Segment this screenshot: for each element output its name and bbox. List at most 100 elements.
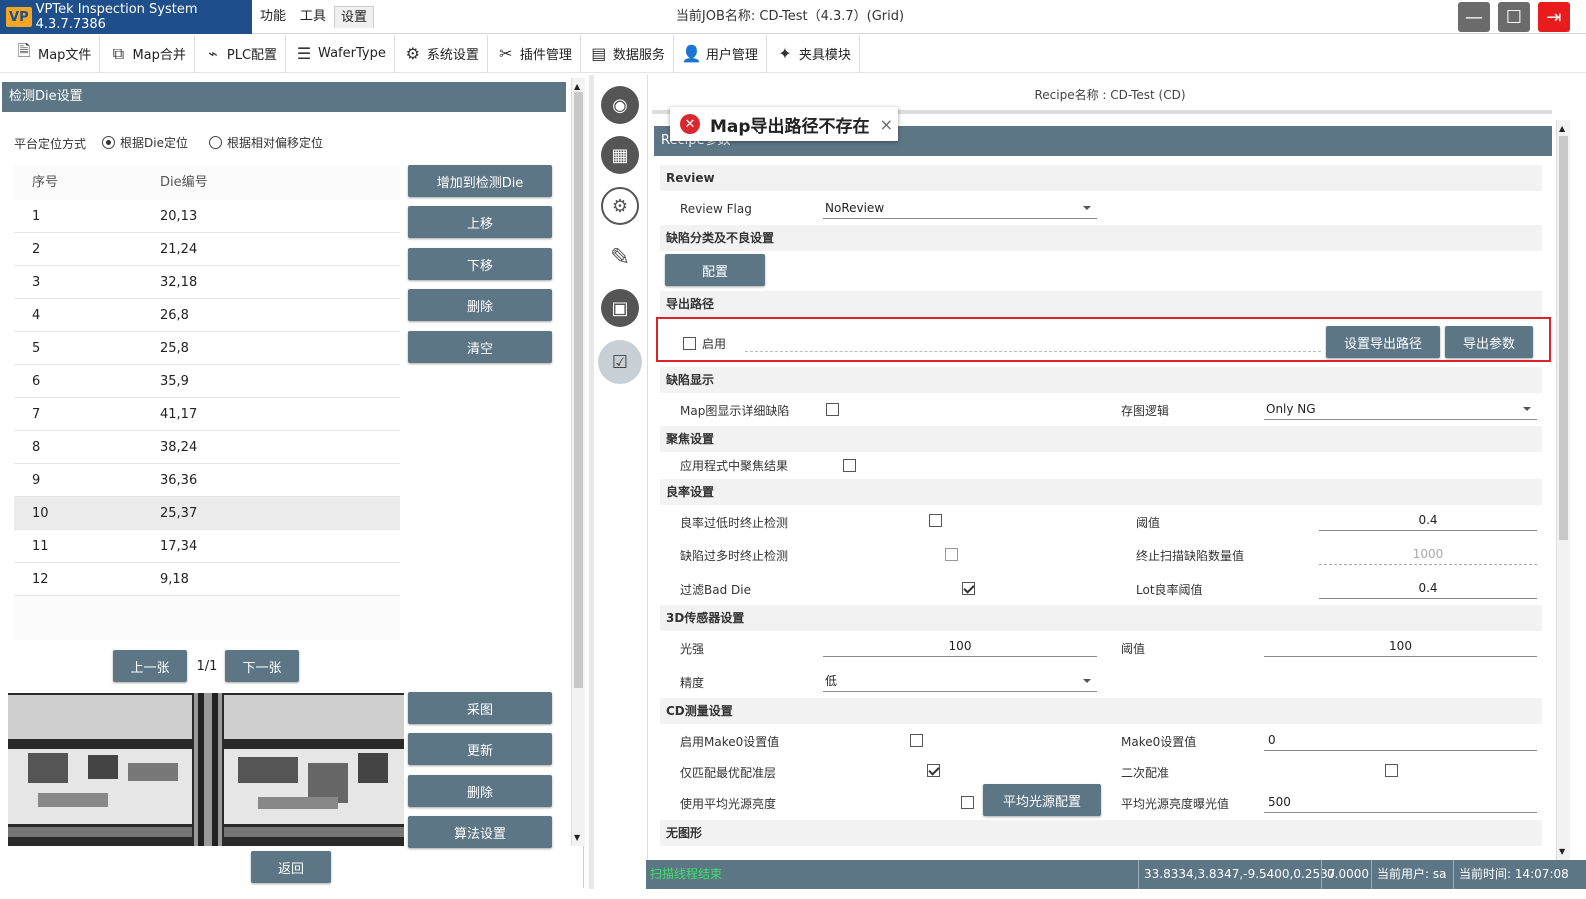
avg-light-config-button[interactable]: 平均光源配置 xyxy=(983,784,1101,816)
section-3d-sensor: 3D传感器设置 xyxy=(660,605,1542,631)
low-yield-stop-checkbox[interactable] xyxy=(928,514,942,527)
toolbar-system-settings[interactable]: ⚙ 系统设置 xyxy=(395,34,488,73)
image-icon[interactable]: ▣ xyxy=(601,289,639,327)
wafer-settings-icon[interactable]: ⚙ xyxy=(601,187,639,225)
minimize-icon: — xyxy=(1465,6,1483,28)
prev-image-button[interactable]: 上一张 xyxy=(113,650,187,682)
radio-checked-icon xyxy=(102,136,115,149)
filter-bad-die-checkbox[interactable] xyxy=(962,582,976,595)
table-row[interactable]: 2 21,24 xyxy=(14,233,400,266)
export-params-button[interactable]: 导出参数 xyxy=(1445,326,1533,358)
stop-defect-count-label: 终止扫描缺陷数量值 xyxy=(1136,549,1245,563)
toolbar-user-manage[interactable]: 👤 用户管理 xyxy=(674,34,767,73)
save-logic-select[interactable]: Only NG xyxy=(1264,398,1537,420)
make0-enable-checkbox[interactable] xyxy=(910,734,924,747)
export-path-field[interactable] xyxy=(745,351,1321,352)
radio-offset-position[interactable]: 根据相对偏移定位 xyxy=(209,134,323,151)
yield-threshold-label: 阈值 xyxy=(1136,516,1161,530)
scroll-thumb[interactable] xyxy=(1559,136,1568,540)
column-header-index: 序号 xyxy=(32,175,59,190)
sensor-threshold-input[interactable]: 100 xyxy=(1264,635,1537,657)
right-scrollbar[interactable]: ▲ ▼ xyxy=(1556,120,1570,860)
toolbar-wafer-type[interactable]: ☰ WaferType xyxy=(286,34,395,73)
precision-label: 精度 xyxy=(680,676,705,690)
best-layer-checkbox[interactable] xyxy=(926,764,940,777)
map-detail-checkbox[interactable] xyxy=(826,403,839,416)
ruler-tool-icon[interactable]: ✎ xyxy=(601,238,639,276)
move-down-button[interactable]: 下移 xyxy=(408,248,552,280)
table-row[interactable]: 10 25,37 xyxy=(14,497,400,530)
table-row[interactable]: 3 32,18 xyxy=(14,266,400,299)
apply-focus-checkbox[interactable] xyxy=(842,459,856,472)
checklist-icon[interactable]: ☑ xyxy=(598,340,642,384)
scroll-down-icon[interactable]: ▼ xyxy=(574,833,580,842)
many-defects-stop-checkbox[interactable] xyxy=(945,548,959,561)
row-die: 17,34 xyxy=(160,539,198,554)
make0-value-input[interactable]: 0 xyxy=(1264,729,1537,751)
merge-icon: ⧉ xyxy=(112,43,125,63)
tools-icon: ✂ xyxy=(499,44,513,63)
maximize-button[interactable]: ☐ xyxy=(1498,2,1530,32)
close-icon[interactable]: × xyxy=(880,115,893,134)
table-row[interactable]: 4 26,8 xyxy=(14,299,400,332)
defect-config-button[interactable]: 配置 xyxy=(665,254,765,286)
yield-threshold-input[interactable]: 0.4 xyxy=(1319,509,1537,531)
toolbar-fixture-module[interactable]: ✦ 夹具模块 xyxy=(767,34,860,73)
stop-defect-count-input[interactable]: 1000 xyxy=(1319,543,1537,565)
avg-light-checkbox[interactable] xyxy=(960,796,974,809)
toolbar-plugin-manage[interactable]: ✂ 插件管理 xyxy=(488,34,581,73)
capture-button[interactable]: 采图 xyxy=(408,692,552,724)
table-row[interactable]: 7 41,17 xyxy=(14,398,400,431)
table-row[interactable]: 9 36,36 xyxy=(14,464,400,497)
lot-yield-threshold-input[interactable]: 0.4 xyxy=(1319,577,1537,599)
table-row[interactable]: 8 38,24 xyxy=(14,431,400,464)
table-header: 序号 Die编号 xyxy=(14,166,400,200)
second-align-checkbox[interactable] xyxy=(1384,764,1398,777)
menu-function[interactable]: 功能 xyxy=(254,6,292,28)
data-icon: ▤ xyxy=(591,44,607,63)
menu-settings[interactable]: 设置 xyxy=(334,6,375,28)
wafer-map-icon[interactable]: ▦ xyxy=(601,136,639,174)
light-intensity-input[interactable]: 100 xyxy=(823,635,1097,657)
section-no-pattern: 无图形 xyxy=(660,820,1542,846)
menu-tools[interactable]: 工具 xyxy=(294,6,332,28)
scroll-up-icon[interactable]: ▲ xyxy=(574,82,580,91)
camera-icon[interactable]: ◉ xyxy=(601,86,639,124)
toolbar-map-file[interactable]: 🗎 Map文件 xyxy=(6,34,101,73)
minimize-button[interactable]: — xyxy=(1458,2,1490,32)
table-row[interactable]: 6 35,9 xyxy=(14,365,400,398)
table-row[interactable]: 5 25,8 xyxy=(14,332,400,365)
delete-die-button[interactable]: 删除 xyxy=(408,289,552,321)
scroll-down-icon[interactable]: ▼ xyxy=(1559,847,1565,856)
next-image-button[interactable]: 下一张 xyxy=(225,650,299,682)
make0-enable-label: 启用Make0设置值 xyxy=(680,735,780,749)
add-to-die-button[interactable]: 增加到检测Die xyxy=(408,165,552,197)
radio-die-position[interactable]: 根据Die定位 xyxy=(102,134,188,151)
clear-button[interactable]: 清空 xyxy=(408,331,552,363)
row-index: 10 xyxy=(32,506,49,521)
page-indicator: 1/1 xyxy=(196,659,218,674)
table-row[interactable]: 12 9,18 xyxy=(14,563,400,596)
set-export-path-button[interactable]: 设置导出路径 xyxy=(1326,326,1440,358)
left-scrollbar[interactable]: ▲ ▼ xyxy=(571,78,585,846)
toolbar-map-merge[interactable]: ⧉ Map合并 xyxy=(100,34,195,73)
move-up-button[interactable]: 上移 xyxy=(408,206,552,238)
radio-label: 根据相对偏移定位 xyxy=(227,136,324,150)
delete-image-button[interactable]: 删除 xyxy=(408,775,552,807)
exit-button[interactable]: ⇥ xyxy=(1538,2,1570,32)
update-button[interactable]: 更新 xyxy=(408,733,552,765)
table-row[interactable]: 1 20,13 xyxy=(14,200,400,233)
toolbar-data-service[interactable]: ▤ 数据服务 xyxy=(581,34,674,73)
toast-message: Map导出路径不存在 xyxy=(710,116,870,137)
scroll-up-icon[interactable]: ▲ xyxy=(1559,124,1565,133)
toolbar-plc-config[interactable]: ⌁ PLC配置 xyxy=(195,34,287,73)
review-flag-select[interactable]: NoReview xyxy=(823,197,1097,219)
scroll-thumb[interactable] xyxy=(574,92,583,688)
table-row[interactable]: 11 17,34 xyxy=(14,530,400,563)
precision-select[interactable]: 低 xyxy=(823,670,1097,692)
section-defect-class: 缺陷分类及不良设置 xyxy=(660,225,1542,251)
back-button[interactable]: 返回 xyxy=(251,851,331,883)
algorithm-settings-button[interactable]: 算法设置 xyxy=(408,816,552,848)
export-enable-checkbox[interactable]: 启用 xyxy=(683,335,726,352)
avg-exposure-input[interactable]: 500 xyxy=(1264,791,1537,813)
